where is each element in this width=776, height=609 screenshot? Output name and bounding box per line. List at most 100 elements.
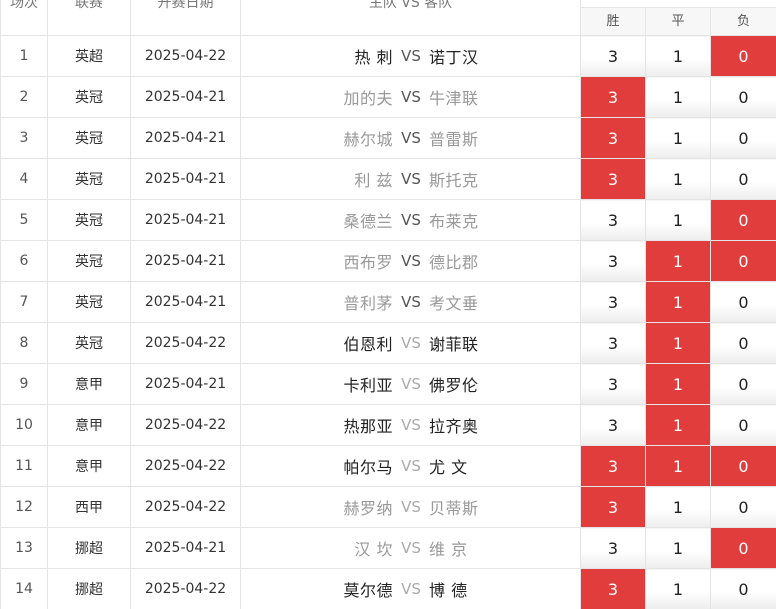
- vs-label: VS: [401, 498, 421, 516]
- result-draw-cell[interactable]: 1: [645, 199, 711, 241]
- date-cell: 2025-04-21: [130, 158, 241, 200]
- away-team: 拉齐奥: [429, 417, 479, 436]
- result-draw-cell[interactable]: 1: [645, 35, 711, 77]
- result-win-cell[interactable]: 3: [580, 281, 646, 323]
- result-draw-cell[interactable]: 1: [645, 117, 711, 159]
- vs-label: VS: [401, 334, 421, 352]
- result-win-cell[interactable]: 3: [580, 486, 646, 528]
- result-loss-cell[interactable]: 0: [709, 445, 776, 487]
- match-no-cell: 10: [0, 404, 48, 446]
- home-team: 加的夫: [343, 89, 393, 108]
- league-cell: 意甲: [47, 363, 131, 405]
- match-no-cell: 7: [0, 281, 48, 323]
- result-loss-cell[interactable]: 0: [709, 527, 776, 569]
- home-team: 汉 坎: [354, 540, 393, 559]
- match-no-cell: 4: [0, 158, 48, 200]
- result-draw-cell[interactable]: 1: [645, 568, 711, 609]
- table-header-row: 场次 联赛 开赛日期 主队 VS 客队: [0, 0, 776, 36]
- result-win-cell[interactable]: 3: [580, 527, 646, 569]
- result-draw-cell[interactable]: 1: [645, 404, 711, 446]
- vs-label: VS: [401, 580, 421, 598]
- result-draw-cell[interactable]: 1: [645, 486, 711, 528]
- header-league: 联赛: [47, 0, 131, 36]
- match-cell: 利 兹 VS 斯托克: [240, 158, 581, 200]
- result-loss-cell[interactable]: 0: [709, 363, 776, 405]
- result-loss-cell[interactable]: 0: [709, 404, 776, 446]
- result-draw-cell[interactable]: 1: [645, 240, 711, 282]
- result-loss-cell[interactable]: 0: [709, 240, 776, 282]
- date-cell: 2025-04-21: [130, 240, 241, 282]
- match-cell: 莫尔德 VS 博 德: [240, 568, 581, 609]
- result-loss-cell[interactable]: 0: [709, 281, 776, 323]
- result-win-cell[interactable]: 3: [580, 240, 646, 282]
- date-cell: 2025-04-21: [130, 117, 241, 159]
- vs-label: VS: [401, 416, 421, 434]
- date-cell: 2025-04-22: [130, 568, 241, 609]
- result-loss-cell[interactable]: 0: [709, 76, 776, 118]
- date-cell: 2025-04-21: [130, 76, 241, 118]
- home-team: 西布罗: [343, 253, 393, 272]
- result-win-cell[interactable]: 3: [580, 445, 646, 487]
- result-win-cell[interactable]: 3: [580, 199, 646, 241]
- vs-label: VS: [401, 375, 421, 393]
- match-no-cell: 1: [0, 35, 48, 77]
- league-cell: 挪超: [47, 527, 131, 569]
- header-loss: 负: [709, 7, 776, 36]
- result-win-cell[interactable]: 3: [580, 76, 646, 118]
- table-row: 5 英冠 2025-04-21 桑德兰 VS 布莱克 3 1 0: [0, 199, 776, 241]
- away-team: 德比郡: [429, 253, 479, 272]
- result-win-cell[interactable]: 3: [580, 158, 646, 200]
- header-date: 开赛日期: [130, 0, 241, 36]
- table-row: 9 意甲 2025-04-21 卡利亚 VS 佛罗伦 3 1 0: [0, 363, 776, 405]
- home-team: 利 兹: [354, 171, 393, 190]
- result-loss-cell[interactable]: 0: [709, 117, 776, 159]
- match-cell: 加的夫 VS 牛津联: [240, 76, 581, 118]
- league-cell: 英冠: [47, 199, 131, 241]
- date-cell: 2025-04-21: [130, 363, 241, 405]
- result-win-cell[interactable]: 3: [580, 35, 646, 77]
- match-cell: 热 刺 VS 诺丁汉: [240, 35, 581, 77]
- result-loss-cell[interactable]: 0: [709, 486, 776, 528]
- table-row: 1 英超 2025-04-22 热 刺 VS 诺丁汉 3 1 0: [0, 35, 776, 77]
- table-row: 8 英冠 2025-04-22 伯恩利 VS 谢菲联 3 1 0: [0, 322, 776, 364]
- table-row: 14 挪超 2025-04-22 莫尔德 VS 博 德 310: [0, 568, 776, 609]
- result-draw-cell[interactable]: 1: [645, 363, 711, 405]
- vs-label: VS: [401, 293, 421, 311]
- date-cell: 2025-04-21: [130, 199, 241, 241]
- home-team: 伯恩利: [343, 335, 393, 354]
- away-team: 牛津联: [429, 89, 479, 108]
- result-draw-cell[interactable]: 1: [645, 281, 711, 323]
- match-no-cell: 8: [0, 322, 48, 364]
- result-loss-cell[interactable]: 0: [709, 35, 776, 77]
- result-draw-cell[interactable]: 1: [645, 445, 711, 487]
- league-cell: 英冠: [47, 158, 131, 200]
- table-row: 4 英冠 2025-04-21 利 兹 VS 斯托克 3 1 0: [0, 158, 776, 200]
- result-win-cell[interactable]: 3: [580, 117, 646, 159]
- home-team: 赫尔城: [343, 130, 393, 149]
- vs-label: VS: [401, 47, 421, 65]
- result-draw-cell[interactable]: 1: [645, 322, 711, 364]
- result-win-cell[interactable]: 3: [580, 568, 646, 609]
- result-win-cell[interactable]: 3: [580, 404, 646, 446]
- result-win-cell[interactable]: 3: [580, 363, 646, 405]
- league-cell: 英冠: [47, 322, 131, 364]
- result-draw-cell[interactable]: 1: [645, 527, 711, 569]
- result-draw-cell[interactable]: 1: [645, 76, 711, 118]
- away-team: 尤 文: [429, 458, 468, 477]
- result-loss-cell[interactable]: 0: [709, 568, 776, 609]
- result-win-cell[interactable]: 3: [580, 322, 646, 364]
- match-no-cell: 6: [0, 240, 48, 282]
- result-loss-cell[interactable]: 0: [709, 158, 776, 200]
- result-draw-cell[interactable]: 1: [645, 158, 711, 200]
- away-team: 博 德: [429, 581, 468, 600]
- table-row: 3 英冠 2025-04-21 赫尔城 VS 普雷斯 3 1 0: [0, 117, 776, 159]
- away-team: 布莱克: [429, 212, 479, 231]
- vs-label: VS: [401, 252, 421, 270]
- table-row: 2 英冠 2025-04-21 加的夫 VS 牛津联 3 1 0: [0, 76, 776, 118]
- result-loss-cell[interactable]: 0: [709, 199, 776, 241]
- league-cell: 英冠: [47, 76, 131, 118]
- result-loss-cell[interactable]: 0: [709, 322, 776, 364]
- match-no-cell: 14: [0, 568, 48, 609]
- match-no-cell: 3: [0, 117, 48, 159]
- league-cell: 意甲: [47, 404, 131, 446]
